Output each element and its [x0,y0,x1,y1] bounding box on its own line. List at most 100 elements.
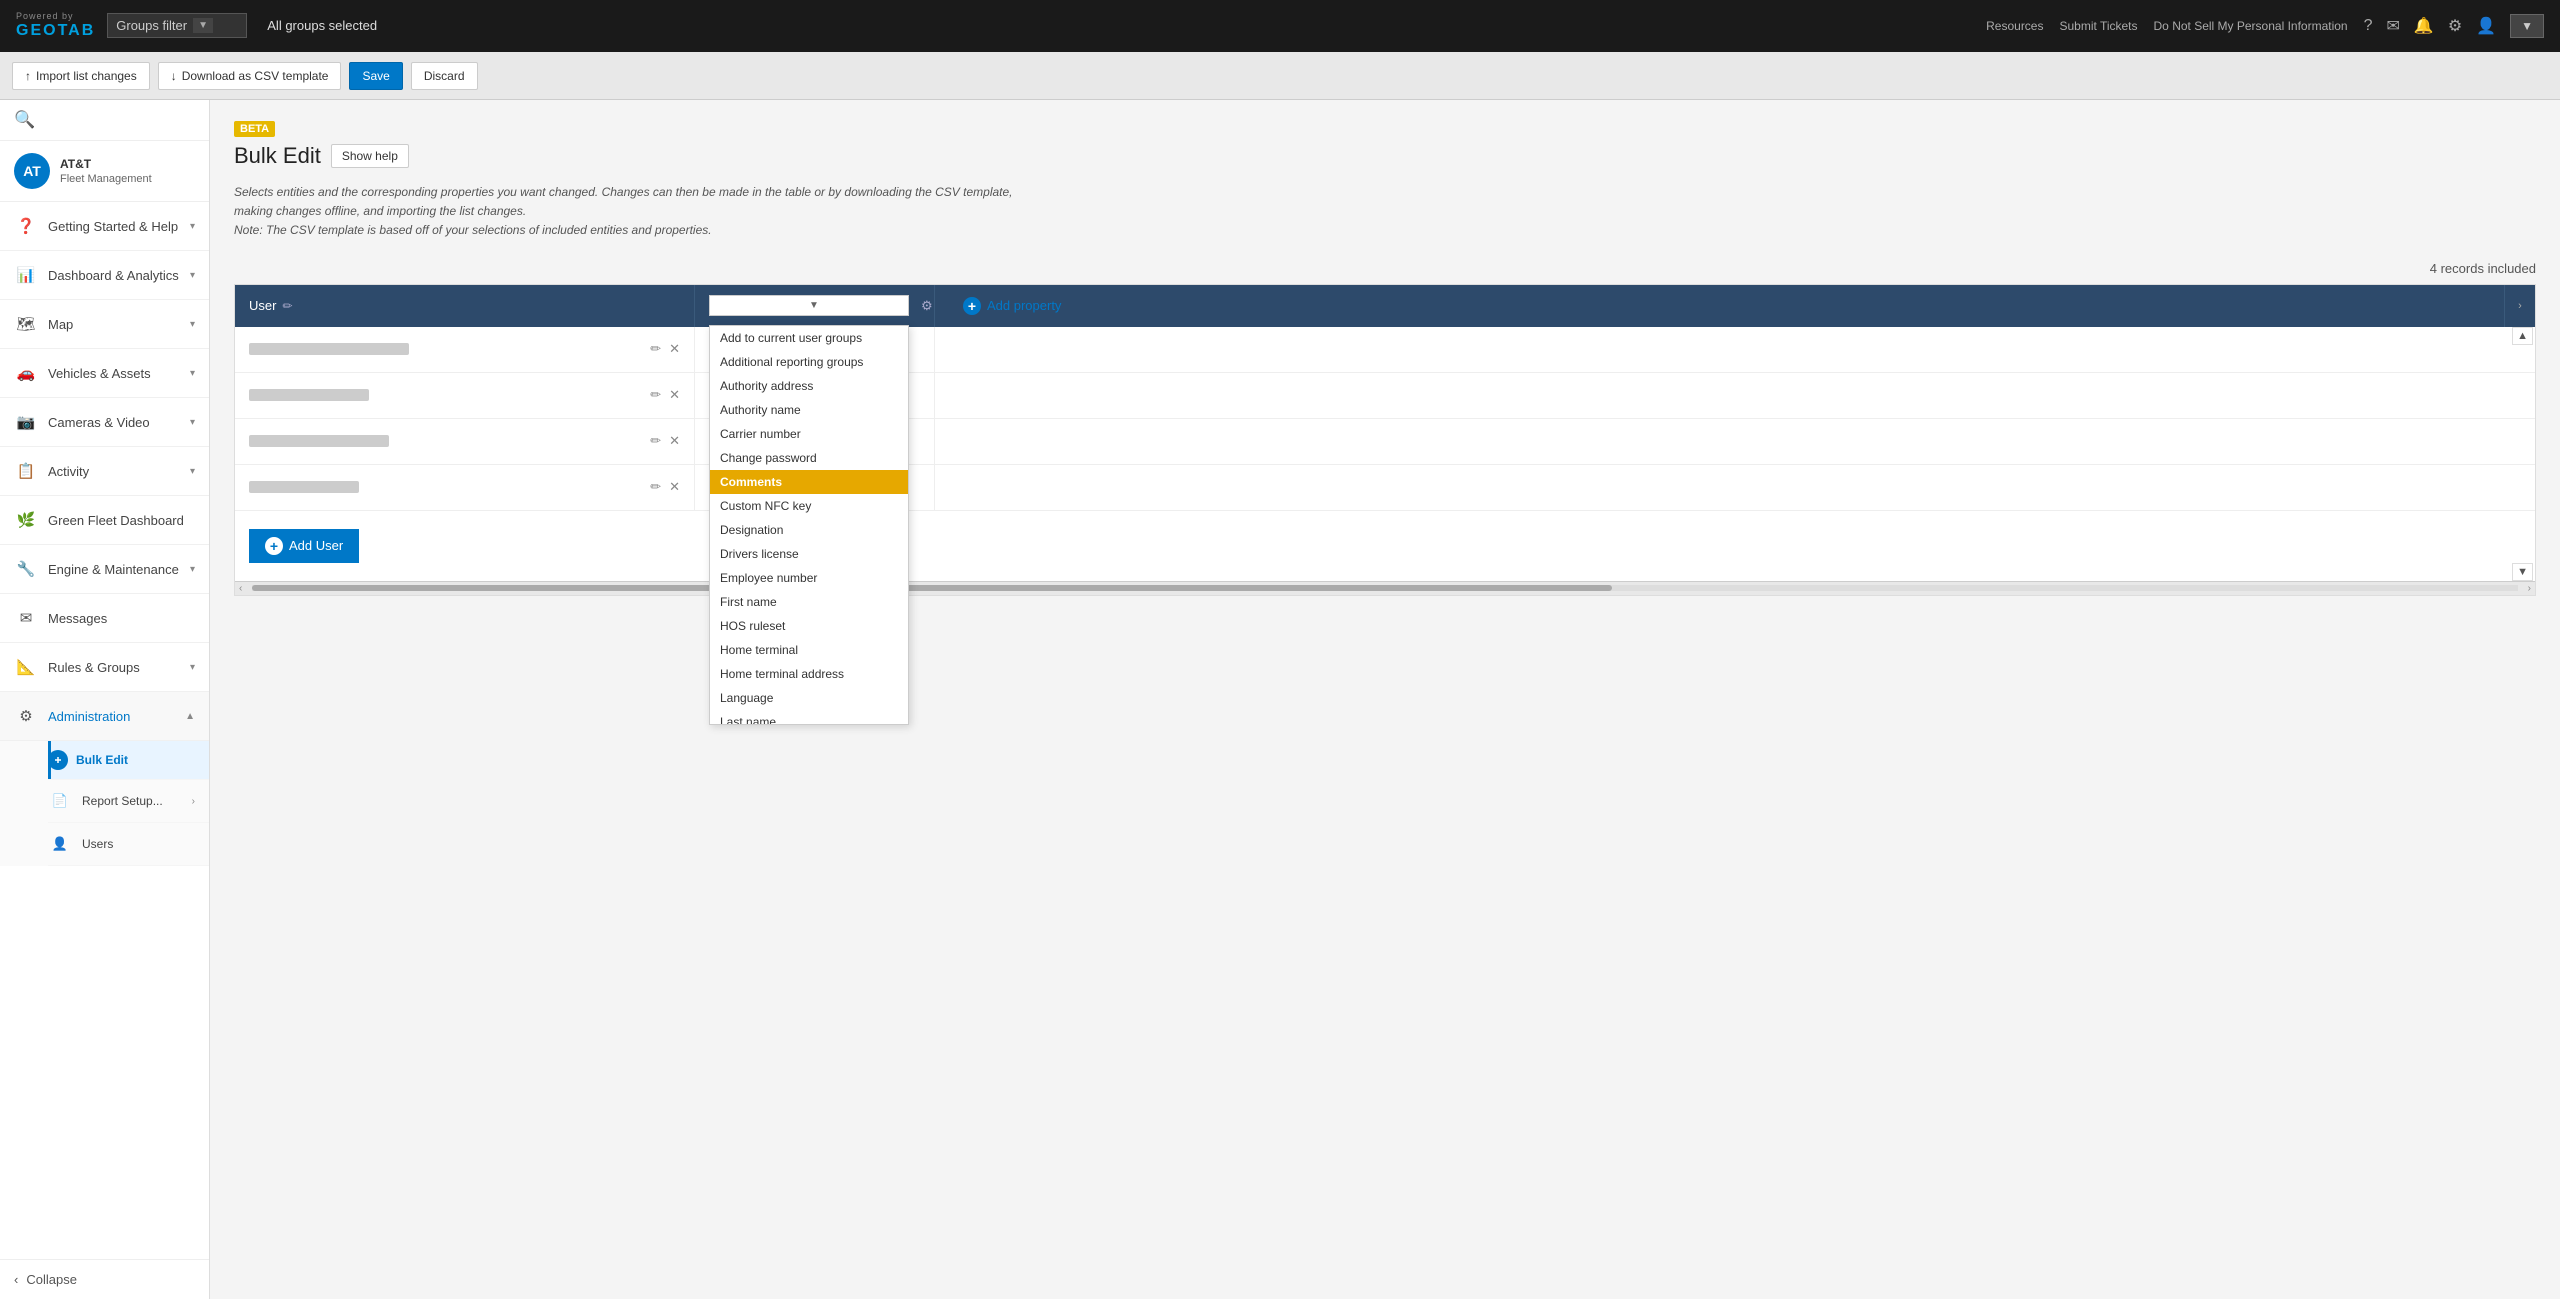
dropdown-item-add-user-groups[interactable]: Add to current user groups [710,326,908,350]
dropdown-item-custom-nfc[interactable]: Custom NFC key [710,494,908,518]
edit-row-icon[interactable]: ✏ [650,387,661,403]
user-cell-2: ✏ ✕ [235,373,695,418]
sidebar-item-activity[interactable]: 📋 Activity ▾ [0,447,209,496]
dropdown-item-last-name[interactable]: Last name [710,710,908,725]
add-property-header: + Add property [935,285,2505,327]
sidebar-item-getting-started[interactable]: ❓ Getting Started & Help ▾ [0,202,209,251]
table-row: ✏ ✕ [235,465,2535,511]
table-header: User ✏ ▼ Add to current user grou [235,285,2535,327]
edit-row-icon[interactable]: ✏ [650,341,661,357]
mail-icon[interactable]: ✉ [2387,16,2400,36]
sidebar-item-report-setup[interactable]: 📄 Report Setup... › [48,780,209,823]
property-dropdown-trigger[interactable]: ▼ [709,295,909,316]
do-not-sell-link[interactable]: Do Not Sell My Personal Information [2154,19,2348,33]
add-user-area: + Add User [235,511,2535,581]
delete-row-icon[interactable]: ✕ [669,387,680,403]
search-icon[interactable]: 🔍 [14,110,35,129]
dropdown-item-language[interactable]: Language [710,686,908,710]
sidebar-item-cameras[interactable]: 📷 Cameras & Video ▾ [0,398,209,447]
scroll-right-cell: › [2505,300,2535,312]
delete-row-icon[interactable]: ✕ [669,341,680,357]
submit-tickets-link[interactable]: Submit Tickets [2059,19,2137,33]
sidebar-item-messages[interactable]: ✉ Messages [0,594,209,643]
edit-row-icon[interactable]: ✏ [650,433,661,449]
dropdown-item-first-name[interactable]: First name [710,590,908,614]
save-button[interactable]: Save [349,62,402,90]
add-user-plus-icon: + [265,537,283,555]
add-user-button[interactable]: + Add User [249,529,359,563]
add-property-button[interactable]: + Add property [949,297,1075,315]
users-icon: 👤 [48,832,72,856]
download-csv-button[interactable]: ↓ Download as CSV template [158,62,342,90]
column-settings-icon[interactable]: ⚙ [921,298,933,314]
dropdown-item-additional-groups[interactable]: Additional reporting groups [710,350,908,374]
sidebar-item-rules[interactable]: 📐 Rules & Groups ▾ [0,643,209,692]
sidebar-item-label: Getting Started & Help [48,219,178,234]
map-icon: 🗺 [14,312,38,336]
dropdown-item-authority-address[interactable]: Authority address [710,374,908,398]
chevron-right-header-icon[interactable]: › [2518,300,2522,312]
sidebar-sub-item-label: Users [82,837,113,851]
scroll-down-arrow[interactable]: ▼ [2512,563,2533,581]
user-cell-3: ✏ ✕ [235,419,695,464]
edit-column-icon[interactable]: ✏ [282,299,292,313]
delete-row-icon[interactable]: ✕ [669,433,680,449]
help-icon[interactable]: ? [2364,17,2373,35]
scroll-up-arrow[interactable]: ▲ [2512,327,2533,345]
sidebar-item-label: Cameras & Video [48,415,150,430]
dropdown-item-comments[interactable]: Comments [710,470,908,494]
dropdown-item-home-terminal[interactable]: Home terminal [710,638,908,662]
sidebar-item-engine[interactable]: 🔧 Engine & Maintenance ▾ [0,545,209,594]
top-bar-right: Resources Submit Tickets Do Not Sell My … [1986,14,2544,38]
dropdown-item-hos-ruleset[interactable]: HOS ruleset [710,614,908,638]
administration-icon: ⚙ [14,704,38,728]
dropdown-item-home-terminal-address[interactable]: Home terminal address [710,662,908,686]
sidebar-item-administration[interactable]: ⚙ Administration ▲ [0,692,209,741]
row-actions-3: ✏ ✕ [650,433,680,449]
scrollbar-thumb[interactable] [252,585,1611,591]
brand-icon: AT [14,153,50,189]
user-icon[interactable]: 👤 [2476,16,2496,36]
vehicles-icon: 🚗 [14,361,38,385]
scroll-right-arrow[interactable]: › [2524,583,2535,594]
collapse-button[interactable]: ‹ Collapse [0,1259,209,1299]
sidebar-item-dashboard[interactable]: 📊 Dashboard & Analytics ▾ [0,251,209,300]
dropdown-item-change-password[interactable]: Change password [710,446,908,470]
groups-filter[interactable]: Groups filter ▼ [107,13,247,38]
top-bar: Powered by GEOTAB Groups filter ▼ All gr… [0,0,2560,52]
resources-link[interactable]: Resources [1986,19,2043,33]
delete-row-icon[interactable]: ✕ [669,479,680,495]
show-help-button[interactable]: Show help [331,144,409,168]
scroll-left-arrow[interactable]: ‹ [235,583,246,594]
sidebar-item-users[interactable]: 👤 Users [48,823,209,866]
chevron-icon: ▾ [190,221,195,232]
records-count: 4 records included [234,261,2536,276]
gear-icon[interactable]: ⚙ [2448,16,2462,36]
groups-filter-arrow[interactable]: ▼ [193,18,213,33]
table-row: ✏ ✕ [235,419,2535,465]
activity-icon: 📋 [14,459,38,483]
bulk-edit-table: ▲ User ✏ ▼ [234,284,2536,596]
edit-row-icon[interactable]: ✏ [650,479,661,495]
user-cell-4: ✏ ✕ [235,465,695,510]
sidebar-item-bulk-edit[interactable]: Bulk Edit [48,741,209,780]
sidebar-item-green-fleet[interactable]: 🌿 Green Fleet Dashboard [0,496,209,545]
dropdown-item-drivers-license[interactable]: Drivers license [710,542,908,566]
dropdown-item-carrier-number[interactable]: Carrier number [710,422,908,446]
sidebar-sub-item-label: Bulk Edit [76,753,128,767]
bell-icon[interactable]: 🔔 [2414,16,2434,36]
report-setup-icon: 📄 [48,789,72,813]
plus-icon: + [963,297,981,315]
dropdown-item-authority-name[interactable]: Authority name [710,398,908,422]
user-button[interactable]: ▼ [2510,14,2544,38]
import-list-button[interactable]: ↑ Import list changes [12,62,150,90]
dropdown-item-designation[interactable]: Designation [710,518,908,542]
property-dropdown-wrapper: ▼ Add to current user groups Additional … [709,295,909,316]
discard-button[interactable]: Discard [411,62,478,90]
download-csv-label: Download as CSV template [182,69,329,83]
horizontal-scrollbar[interactable]: ‹ › [235,581,2535,595]
dropdown-item-employee-number[interactable]: Employee number [710,566,908,590]
engine-icon: 🔧 [14,557,38,581]
sidebar-item-map[interactable]: 🗺 Map ▾ [0,300,209,349]
sidebar-item-vehicles[interactable]: 🚗 Vehicles & Assets ▾ [0,349,209,398]
